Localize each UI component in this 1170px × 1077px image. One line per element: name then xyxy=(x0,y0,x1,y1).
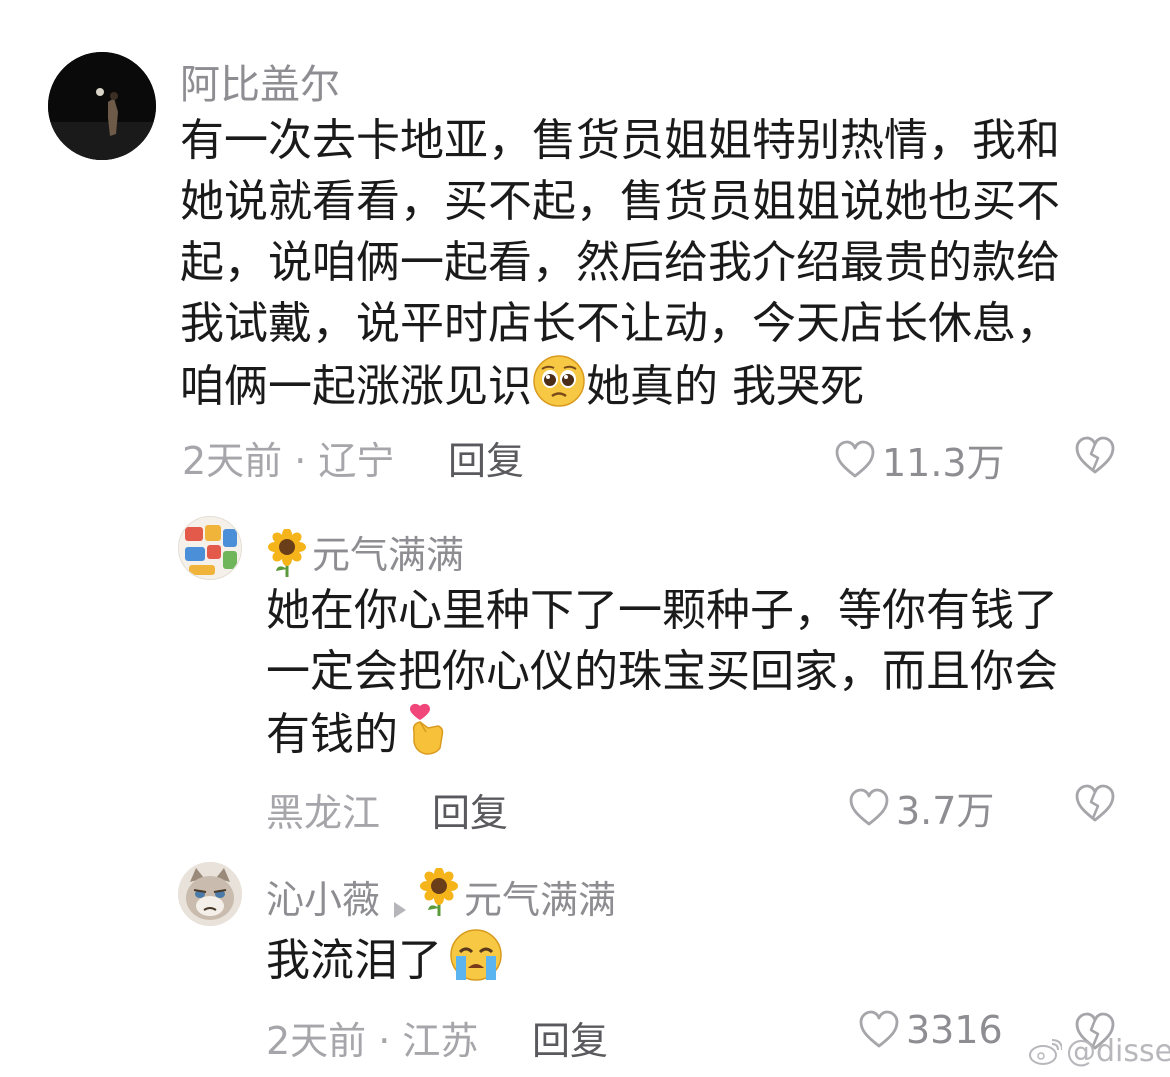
comment-line: 我流泪了 xyxy=(266,928,504,998)
like-count: 11.3万 xyxy=(882,441,1005,485)
comment-line: 她在你心里种下了一颗种子，等你有钱了 xyxy=(266,585,1058,636)
comment-line: 一定会把你心仪的珠宝买回家，而且你会 xyxy=(266,646,1058,697)
username[interactable]: 元气满满 xyxy=(266,524,464,586)
dislike-button[interactable] xyxy=(1074,436,1116,480)
user-avatar[interactable] xyxy=(48,52,156,160)
finger-heart-icon xyxy=(404,702,450,772)
sunflower-icon xyxy=(266,528,308,586)
comment-meta: 2天前 · 辽宁 xyxy=(182,439,395,483)
night-photo-avatar xyxy=(48,52,156,160)
watermark: @disse xyxy=(1028,1034,1170,1069)
comment-line: 起，说咱俩一起看，然后给我介绍最贵的款给 xyxy=(180,237,1060,288)
heart-outline-icon xyxy=(858,1010,900,1050)
comment-line-text: 我流泪了 xyxy=(266,935,442,986)
user-avatar[interactable] xyxy=(178,516,242,580)
like-button[interactable]: 3316 xyxy=(858,1008,1003,1052)
comment-line-text: 有钱的 xyxy=(266,709,398,760)
comment-line-text: 咱俩一起涨涨见识 xyxy=(180,361,532,412)
comment-line: 我试戴，说平时店长不让动，今天店长休息， xyxy=(180,298,1060,349)
triangle-right-icon xyxy=(390,886,408,918)
reply-button[interactable]: 回复 xyxy=(448,430,524,485)
comment-text: 她在你心里种下了一颗种子，等你有钱了 一定会把你心仪的珠宝买回家，而且你会 有钱… xyxy=(266,580,1058,772)
like-button[interactable]: 11.3万 xyxy=(834,432,1005,487)
reply-to-username[interactable]: 元气满满 xyxy=(464,869,616,924)
like-button[interactable]: 3.7万 xyxy=(848,780,994,835)
crying-face-icon xyxy=(448,928,504,998)
reply-button[interactable]: 回复 xyxy=(532,1010,608,1065)
comment-text: 我流泪了 xyxy=(266,928,504,998)
like-count: 3316 xyxy=(906,1008,1003,1052)
username[interactable]: 阿比盖尔 xyxy=(180,52,340,110)
comment-meta: 2天前 · 江苏 xyxy=(266,1019,479,1063)
reply-button[interactable]: 回复 xyxy=(432,782,508,837)
comment-line: 有钱的 xyxy=(266,702,1058,772)
username[interactable]: 沁小薇 xyxy=(266,869,380,924)
heart-outline-icon xyxy=(834,440,876,480)
grumpy-cat-avatar xyxy=(178,862,242,926)
comment-line: 有一次去卡地亚，售货员姐姐特别热情，我和 xyxy=(180,115,1060,166)
dislike-button[interactable] xyxy=(1074,784,1116,828)
comment-line: 她说就看看，买不起，售货员姐姐说她也买不 xyxy=(180,176,1060,227)
broken-heart-icon xyxy=(1074,436,1116,480)
pleading-face-icon xyxy=(532,354,586,424)
user-avatar[interactable] xyxy=(178,862,242,926)
weibo-logo-icon xyxy=(1028,1038,1063,1066)
sunflower-icon xyxy=(418,867,460,925)
comment-meta: 黑龙江 xyxy=(266,791,381,835)
username-text: 元气满满 xyxy=(312,533,465,577)
broken-heart-icon xyxy=(1074,784,1116,828)
comment-line: 咱俩一起涨涨见识 她真的 我哭死 xyxy=(180,354,1060,424)
sticker-collage-avatar xyxy=(179,517,241,579)
like-count: 3.7万 xyxy=(896,789,995,833)
username-row: 沁小薇 元气满满 xyxy=(266,867,616,925)
heart-outline-icon xyxy=(848,788,890,828)
comment-text: 有一次去卡地亚，售货员姐姐特别热情，我和 她说就看看，买不起，售货员姐姐说她也买… xyxy=(180,110,1060,424)
comment-line-text: 她真的 我哭死 xyxy=(586,361,864,412)
watermark-text: @disse xyxy=(1066,1034,1170,1069)
